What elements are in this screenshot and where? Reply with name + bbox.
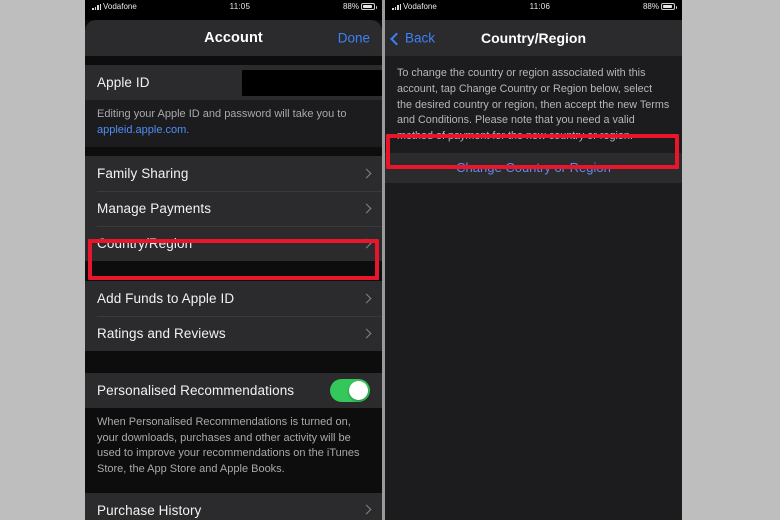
row-family-sharing[interactable]: Family Sharing bbox=[85, 156, 382, 191]
row-manage-payments[interactable]: Manage Payments bbox=[85, 191, 382, 226]
status-bar-right-cluster: 88% bbox=[342, 2, 377, 11]
carrier-label: Vodafone bbox=[103, 2, 137, 11]
country-region-description: To change the country or region associat… bbox=[397, 67, 670, 142]
country-region-navbar: Back Country/Region bbox=[385, 20, 682, 56]
back-button-label: Back bbox=[405, 30, 436, 46]
appleid-link[interactable]: appleid.apple.com. bbox=[97, 124, 189, 136]
battery-icon bbox=[361, 3, 377, 10]
status-bar-left-cluster: Vodafone bbox=[92, 2, 137, 11]
row-label: Family Sharing bbox=[97, 166, 189, 182]
gap-above-group-two bbox=[85, 261, 382, 282]
chevron-right-icon bbox=[363, 238, 370, 250]
row-label: Add Funds to Apple ID bbox=[97, 291, 235, 307]
row-personalised-recommendations[interactable]: Personalised Recommendations bbox=[85, 373, 382, 408]
apple-id-redacted-value bbox=[242, 69, 382, 96]
apple-id-group: Apple ID bbox=[85, 65, 382, 100]
empty-content-area bbox=[385, 182, 682, 520]
status-bar-right: Vodafone 11:06 88% bbox=[385, 0, 682, 13]
back-button[interactable]: Back bbox=[394, 31, 435, 46]
row-label: Manage Payments bbox=[97, 201, 212, 217]
row-label: Purchase History bbox=[97, 502, 202, 518]
right-phone-screen: Vodafone 11:06 88% Back Country/Region T… bbox=[385, 0, 682, 520]
personalised-toggle[interactable] bbox=[330, 379, 370, 403]
row-country-region[interactable]: Country/Region bbox=[85, 226, 382, 261]
account-navbar: Account Done bbox=[85, 20, 382, 56]
chevron-right-icon bbox=[363, 203, 370, 215]
status-bar-right-cluster: 88% bbox=[642, 2, 677, 11]
settings-group-two: Add Funds to Apple ID Ratings and Review… bbox=[85, 281, 382, 352]
chevron-right-icon bbox=[363, 168, 370, 180]
row-label: Ratings and Reviews bbox=[97, 326, 226, 342]
row-purchase-history[interactable]: Purchase History bbox=[85, 493, 382, 520]
row-label: Country/Region bbox=[97, 236, 193, 252]
battery-percent-label: 88% bbox=[342, 2, 359, 11]
screenshot-root: Vodafone 11:05 88% Account Done Apple ID bbox=[0, 0, 780, 520]
gap-below-navbar bbox=[85, 56, 382, 65]
status-bar-left-cluster: Vodafone bbox=[392, 2, 437, 11]
row-apple-id[interactable]: Apple ID bbox=[85, 65, 382, 100]
chevron-left-icon bbox=[394, 32, 402, 45]
battery-percent-label: 88% bbox=[642, 2, 659, 11]
apple-id-label: Apple ID bbox=[97, 75, 150, 90]
sheet-top-gap bbox=[85, 13, 382, 20]
carrier-label: Vodafone bbox=[403, 2, 437, 11]
chevron-right-icon bbox=[363, 504, 370, 516]
chevron-right-icon bbox=[363, 293, 370, 305]
apple-id-footnote: Editing your Apple ID and password will … bbox=[85, 100, 382, 148]
row-add-funds[interactable]: Add Funds to Apple ID bbox=[85, 281, 382, 316]
status-bar-time: 11:06 bbox=[529, 2, 551, 11]
personalised-group: Personalised Recommendations bbox=[85, 373, 382, 409]
change-country-or-region-button[interactable]: Change Country or Region bbox=[385, 152, 682, 183]
personalised-label: Personalised Recommendations bbox=[97, 383, 295, 399]
account-sheet: Account Done Apple ID Editing your Apple… bbox=[85, 20, 382, 520]
sheet-top-gap bbox=[385, 13, 682, 20]
status-bar-left: Vodafone 11:05 88% bbox=[85, 0, 382, 13]
personalised-footnote: When Personalised Recommendations is tur… bbox=[85, 408, 382, 487]
gap-above-personalised bbox=[85, 351, 382, 374]
signal-bars-icon bbox=[392, 3, 401, 10]
purchase-history-group: Purchase History bbox=[85, 492, 382, 520]
page-title: Country/Region bbox=[481, 30, 586, 46]
done-button[interactable]: Done bbox=[338, 31, 370, 46]
apple-id-footnote-text: Editing your Apple ID and password will … bbox=[97, 108, 347, 120]
left-phone-screen: Vodafone 11:05 88% Account Done Apple ID bbox=[85, 0, 382, 520]
battery-icon bbox=[661, 3, 677, 10]
gap-above-group-one bbox=[85, 147, 382, 157]
status-bar-time: 11:05 bbox=[229, 2, 251, 11]
settings-group-one: Family Sharing Manage Payments Country/R… bbox=[85, 156, 382, 262]
row-ratings-reviews[interactable]: Ratings and Reviews bbox=[85, 316, 382, 351]
chevron-right-icon bbox=[363, 328, 370, 340]
signal-bars-icon bbox=[92, 3, 101, 10]
page-title: Account bbox=[204, 30, 263, 46]
